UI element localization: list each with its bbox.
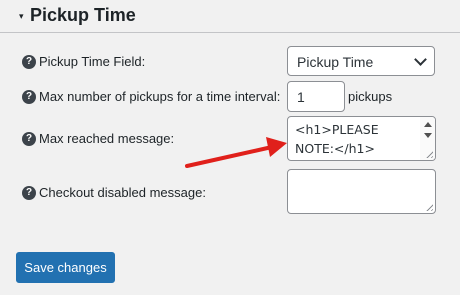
annotation-arrow-shaft xyxy=(185,145,274,168)
annotation-arrow-head xyxy=(266,137,287,157)
annotation-arrow-icon xyxy=(185,137,287,168)
